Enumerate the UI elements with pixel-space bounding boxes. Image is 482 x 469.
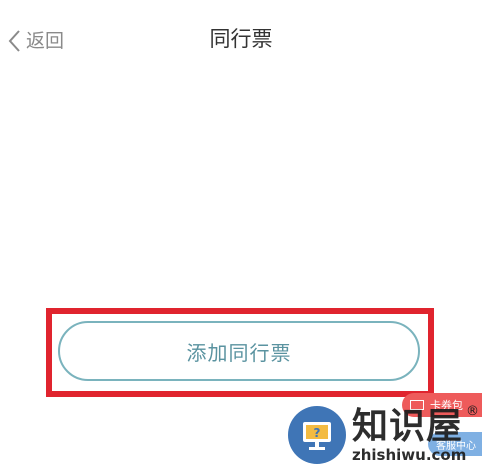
- add-button-label: 添加同行票: [186, 340, 292, 365]
- watermark-url: zhishiwu.com: [352, 445, 467, 464]
- watermark: ? 知识屋 zhishiwu.com: [288, 400, 482, 469]
- nav-bar: 返回 同行票: [0, 0, 482, 66]
- page-title: 同行票: [209, 27, 273, 51]
- svg-text:?: ?: [314, 426, 321, 440]
- add-companion-ticket-button[interactable]: 添加同行票: [58, 321, 420, 381]
- registered-mark: ®: [466, 404, 479, 419]
- monitor-question-icon: ?: [288, 405, 346, 464]
- watermark-title: 知识屋: [352, 404, 464, 447]
- page: 返回 同行票 添加同行票 卡券包 客服中心 ? 知识屋 zhishiwu.com…: [0, 0, 482, 469]
- watermark-text: 知识屋 zhishiwu.com: [352, 406, 466, 464]
